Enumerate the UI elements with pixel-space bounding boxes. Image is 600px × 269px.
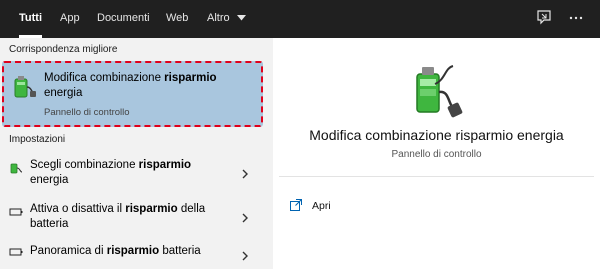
battery-icon [9,205,23,219]
setting-label: Attiva o disattiva il risparmio della ba… [30,202,230,232]
tab-tutti[interactable]: Tutti [19,0,43,38]
label-text: Scegli combinazione [30,159,139,171]
label-text: batteria [159,245,201,257]
best-match-result[interactable]: Modifica combinazione risparmio energia … [2,61,263,127]
label-text: Attiva o disattiva il [30,203,126,215]
tab-web[interactable]: Web [166,0,188,38]
tab-documenti[interactable]: Documenti [97,0,150,38]
results-pane: Corrispondenza migliore Modifica combina… [0,38,265,269]
setting-label: Panoramica di risparmio batteria [30,244,230,259]
preview-subtitle: Pannello di controllo [391,149,482,160]
chevron-down-icon [236,0,246,36]
label-highlight: risparmio [106,245,160,257]
label-highlight: risparmio [164,72,217,84]
tab-label: Tutti [19,12,43,24]
open-label: Apri [312,200,331,212]
feedback-icon[interactable] [534,9,554,29]
setting-result-battery-overview[interactable]: Panoramica di risparmio batteria [0,243,265,265]
best-match-label: Modifica combinazione risparmio energia [44,71,254,101]
battery-icon [9,245,23,259]
label-text: energia [30,174,69,186]
search-scope-bar: Tutti App Documenti Web Altro [0,0,600,38]
chevron-right-icon[interactable] [240,210,250,223]
label-text: Modifica combinazione [44,72,165,84]
tab-label: Documenti [97,12,150,24]
open-icon [290,198,302,211]
setting-result-choose-plan[interactable]: Scegli combinazione risparmio energia [0,156,265,192]
label-text: Panoramica di [30,245,107,257]
best-match-heading: Corrispondenza migliore [9,44,118,55]
settings-heading: Impostazioni [9,134,66,145]
best-match-subtitle: Pannello di controllo [44,107,130,118]
tab-altro[interactable]: Altro [207,0,246,38]
more-icon[interactable] [566,9,586,29]
power-options-icon [405,60,463,120]
label-highlight: risparmio [125,203,178,215]
preview-pane: Modifica combinazione risparmio energia … [273,38,600,269]
chevron-right-icon[interactable] [240,248,250,261]
chevron-right-icon[interactable] [240,166,250,179]
tab-label: Altro [207,12,230,24]
tab-app[interactable]: App [60,0,80,38]
tab-label: App [60,12,80,24]
open-action[interactable]: Apri [290,198,410,214]
preview-title: Modifica combinazione risparmio energia [309,127,564,143]
label-highlight: risparmio [138,159,192,171]
tab-label: Web [166,12,189,24]
power-plan-icon [9,161,23,175]
setting-label: Scegli combinazione risparmio energia [30,158,230,188]
divider [279,176,594,177]
label-text: energia [44,87,83,99]
setting-result-battery-saver[interactable]: Attiva o disattiva il risparmio della ba… [0,200,265,236]
power-options-icon [10,73,38,101]
